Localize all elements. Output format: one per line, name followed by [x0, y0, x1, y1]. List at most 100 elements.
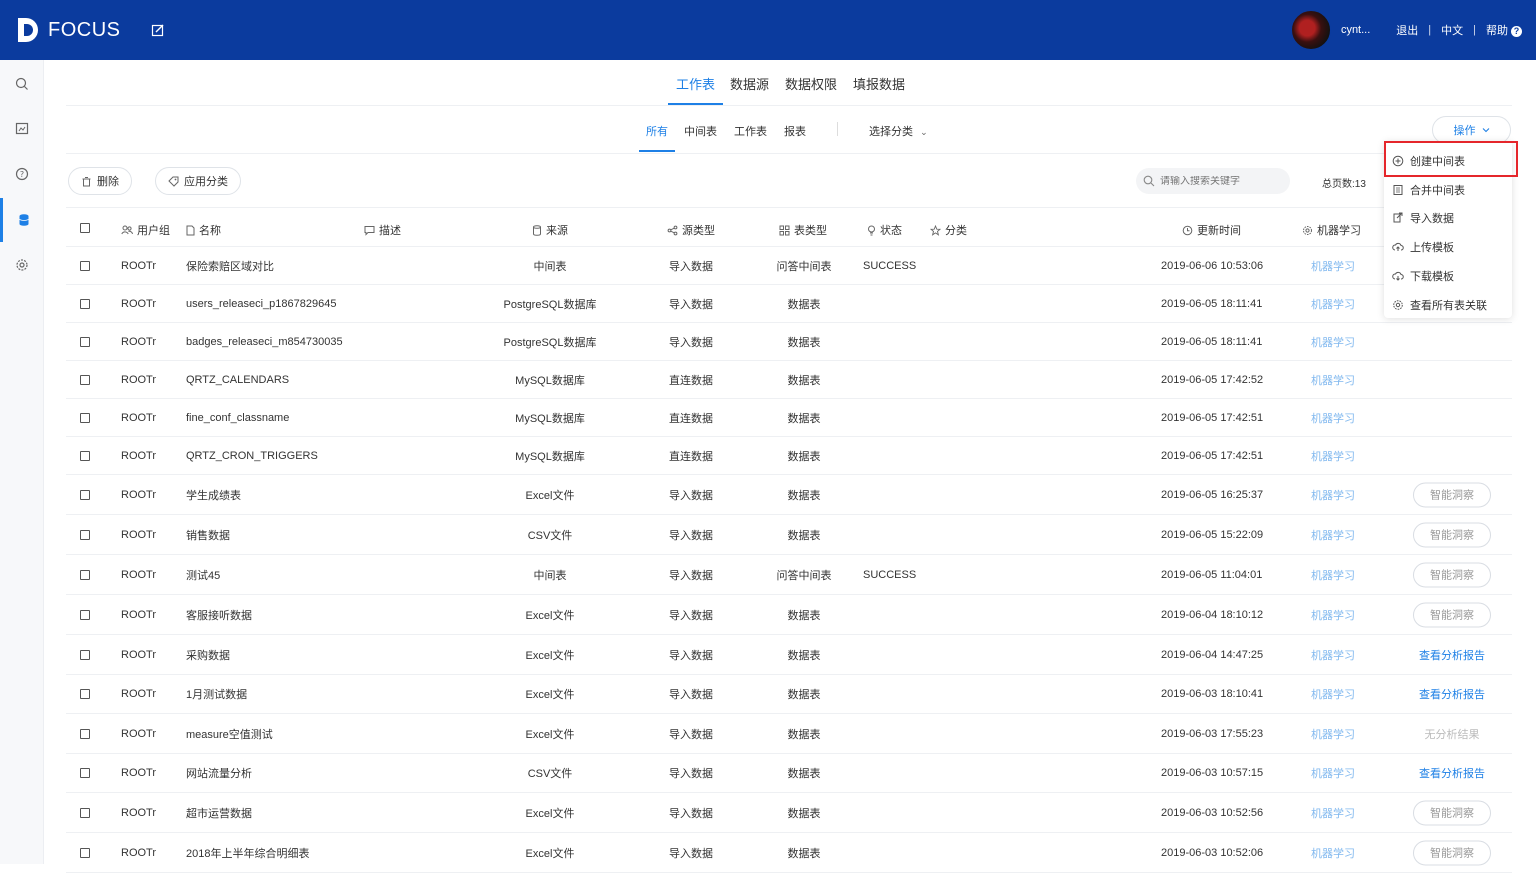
machine-learning-link[interactable]: 机器学习: [1311, 487, 1355, 503]
row-checkbox[interactable]: [80, 336, 90, 347]
cell-name[interactable]: 客服接听数据: [186, 607, 252, 623]
cell-name[interactable]: fine_conf_classname: [186, 412, 289, 424]
machine-learning-link[interactable]: 机器学习: [1311, 726, 1355, 742]
username[interactable]: cynt...: [1341, 24, 1370, 36]
row-checkbox[interactable]: [80, 529, 90, 540]
tab-data-permissions[interactable]: 数据权限: [785, 74, 837, 93]
tab-datasources[interactable]: 数据源: [730, 74, 769, 93]
language-switch[interactable]: 中文: [1441, 22, 1463, 38]
sidebar-item-settings[interactable]: [0, 243, 44, 287]
sidebar-item-board[interactable]: [0, 107, 44, 151]
table-row[interactable]: ROOTr 保险索赔区域对比 中间表 导入数据 问答中间表 SUCCESS 2019-06-…: [66, 247, 1512, 285]
table-row[interactable]: ROOTr 采购数据 Excel文件 导入数据 数据表 2019-06-04 14:47:…: [66, 635, 1512, 675]
view-report-link[interactable]: 查看分析报告: [1419, 686, 1485, 702]
cell-name[interactable]: 保险索赔区域对比: [186, 258, 274, 274]
table-row[interactable]: ROOTr 超市运营数据 Excel文件 导入数据 数据表 2019-06-03 10:5…: [66, 793, 1512, 833]
subtab-all[interactable]: 所有: [646, 123, 668, 139]
machine-learning-link[interactable]: 机器学习: [1311, 765, 1355, 781]
table-row[interactable]: ROOTr 测试45 中间表 导入数据 问答中间表 SUCCESS 2019-06-05 1…: [66, 555, 1512, 595]
dropdown-item-1[interactable]: 合并中间表: [1384, 175, 1512, 204]
row-checkbox[interactable]: [80, 807, 90, 818]
apply-category-button[interactable]: 应用分类: [155, 167, 241, 195]
row-checkbox[interactable]: [80, 569, 90, 580]
machine-learning-link[interactable]: 机器学习: [1311, 647, 1355, 663]
cell-name[interactable]: measure空值测试: [186, 726, 273, 742]
table-row[interactable]: ROOTr 网站流量分析 CSV文件 导入数据 数据表 2019-06-03 10:57:…: [66, 754, 1512, 793]
operations-button[interactable]: 操作: [1432, 116, 1511, 144]
row-checkbox[interactable]: [80, 689, 90, 699]
smart-insight-button[interactable]: 智能洞察: [1413, 840, 1491, 865]
cell-name[interactable]: QRTZ_CALENDARS: [186, 374, 289, 386]
view-report-link[interactable]: 查看分析报告: [1419, 647, 1485, 663]
dropdown-item-2[interactable]: 导入数据: [1384, 203, 1512, 232]
smart-insight-button[interactable]: 智能洞察: [1413, 482, 1491, 507]
cell-name[interactable]: 超市运营数据: [186, 805, 252, 821]
search-input[interactable]: [1160, 175, 1280, 187]
row-checkbox[interactable]: [80, 260, 90, 271]
machine-learning-link[interactable]: 机器学习: [1311, 607, 1355, 623]
machine-learning-link[interactable]: 机器学习: [1311, 448, 1355, 464]
cell-name[interactable]: 采购数据: [186, 647, 230, 663]
row-checkbox[interactable]: [80, 298, 90, 309]
cell-name[interactable]: QRTZ_CRON_TRIGGERS: [186, 450, 318, 462]
row-checkbox[interactable]: [80, 450, 90, 461]
table-row[interactable]: ROOTr 2018年上半年综合明细表 Excel文件 导入数据 数据表 2019-06-…: [66, 833, 1512, 873]
row-checkbox[interactable]: [80, 489, 90, 500]
machine-learning-link[interactable]: 机器学习: [1311, 527, 1355, 543]
cell-name[interactable]: 网站流量分析: [186, 765, 252, 781]
cell-name[interactable]: users_releaseci_p1867829645: [186, 298, 336, 310]
edit-icon[interactable]: [151, 23, 165, 37]
help-link[interactable]: 帮助?: [1486, 22, 1522, 38]
row-checkbox[interactable]: [80, 768, 90, 778]
row-checkbox[interactable]: [80, 374, 90, 385]
table-row[interactable]: ROOTr users_releaseci_p1867829645 PostgreS…: [66, 285, 1512, 323]
subtab-intermediate[interactable]: 中间表: [684, 123, 717, 139]
row-checkbox[interactable]: [80, 728, 90, 739]
smart-insight-button[interactable]: 智能洞察: [1413, 602, 1491, 627]
table-row[interactable]: ROOTr fine_conf_classname MySQL数据库 直连数据 数据表 2…: [66, 399, 1512, 437]
machine-learning-link[interactable]: 机器学习: [1311, 372, 1355, 388]
machine-learning-link[interactable]: 机器学习: [1311, 410, 1355, 426]
cell-name[interactable]: badges_releaseci_m854730035: [186, 336, 343, 348]
smart-insight-button[interactable]: 智能洞察: [1413, 562, 1491, 587]
table-row[interactable]: ROOTr 客服接听数据 Excel文件 导入数据 数据表 2019-06-04 18:1…: [66, 595, 1512, 635]
search-box[interactable]: [1136, 168, 1290, 194]
table-row[interactable]: ROOTr 1月测试数据 Excel文件 导入数据 数据表 2019-06-03 18:1…: [66, 675, 1512, 714]
cell-name[interactable]: 1月测试数据: [186, 686, 247, 702]
table-row[interactable]: ROOTr QRTZ_CALENDARS MySQL数据库 直连数据 数据表 2019-0…: [66, 361, 1512, 399]
sidebar-item-help[interactable]: ?: [0, 152, 44, 196]
machine-learning-link[interactable]: 机器学习: [1311, 258, 1355, 274]
machine-learning-link[interactable]: 机器学习: [1311, 296, 1355, 312]
table-row[interactable]: ROOTr 销售数据 CSV文件 导入数据 数据表 2019-06-05 15:22:09…: [66, 515, 1512, 555]
dropdown-item-3[interactable]: 上传模板: [1384, 232, 1512, 261]
tab-worksheets[interactable]: 工作表: [676, 74, 715, 93]
view-report-link[interactable]: 查看分析报告: [1419, 765, 1485, 781]
table-row[interactable]: ROOTr QRTZ_CRON_TRIGGERS MySQL数据库 直连数据 数据表 20…: [66, 437, 1512, 475]
logout-link[interactable]: 退出: [1396, 22, 1418, 38]
machine-learning-link[interactable]: 机器学习: [1311, 334, 1355, 350]
category-select[interactable]: 选择分类 ⌄: [869, 123, 928, 139]
row-checkbox[interactable]: [80, 847, 90, 858]
dropdown-item-4[interactable]: 下载模板: [1384, 261, 1512, 290]
table-row[interactable]: ROOTr measure空值测试 Excel文件 导入数据 数据表 2019-06-03…: [66, 714, 1512, 754]
avatar[interactable]: [1290, 10, 1331, 50]
row-checkbox[interactable]: [80, 649, 90, 660]
subtab-worksheet[interactable]: 工作表: [734, 123, 767, 139]
cell-name[interactable]: 销售数据: [186, 527, 230, 543]
row-checkbox[interactable]: [80, 609, 90, 620]
sidebar-item-data[interactable]: [0, 198, 44, 242]
tab-fill-data[interactable]: 填报数据: [853, 74, 905, 93]
cell-name[interactable]: 2018年上半年综合明细表: [186, 845, 309, 861]
dropdown-item-5[interactable]: 查看所有表关联: [1384, 290, 1512, 319]
smart-insight-button[interactable]: 智能洞察: [1413, 522, 1491, 547]
table-row[interactable]: ROOTr badges_releaseci_m854730035 PostgreS…: [66, 323, 1512, 361]
cell-name[interactable]: 学生成绩表: [186, 487, 241, 503]
machine-learning-link[interactable]: 机器学习: [1311, 686, 1355, 702]
table-row[interactable]: ROOTr 学生成绩表 Excel文件 导入数据 数据表 2019-06-05 16:25…: [66, 475, 1512, 515]
smart-insight-button[interactable]: 智能洞察: [1413, 800, 1491, 825]
row-checkbox[interactable]: [80, 412, 90, 423]
sidebar-item-search[interactable]: [0, 62, 44, 106]
machine-learning-link[interactable]: 机器学习: [1311, 845, 1355, 861]
select-all-checkbox[interactable]: [80, 223, 90, 233]
subtab-report[interactable]: 报表: [784, 123, 806, 139]
